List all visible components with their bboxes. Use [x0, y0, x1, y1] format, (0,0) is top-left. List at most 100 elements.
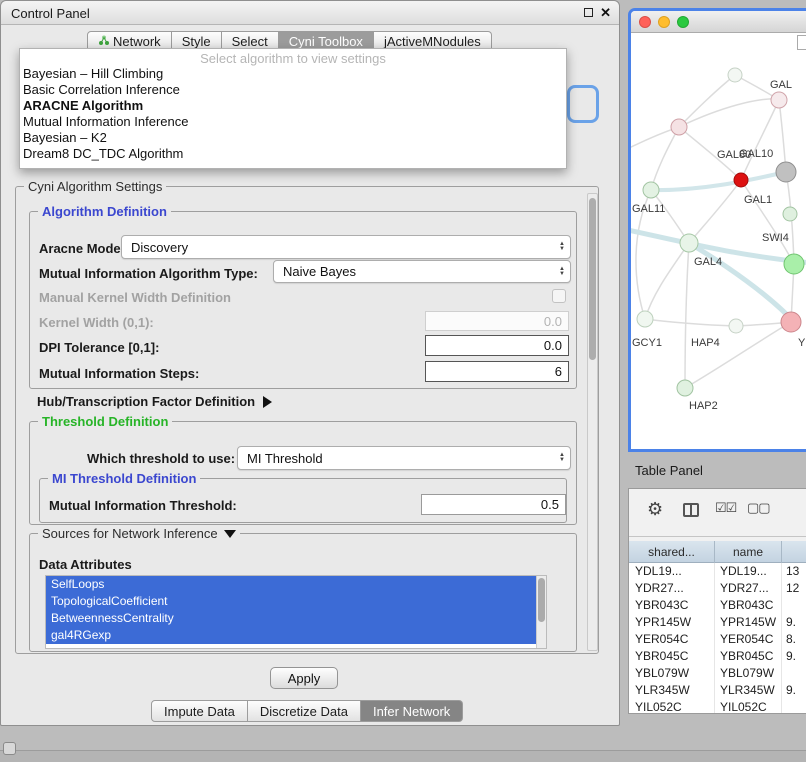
algorithm-menu-item[interactable]: Basic Correlation Inference: [20, 82, 566, 98]
mi-threshold-group-title: MI Threshold Definition: [48, 471, 200, 486]
table-cell: YBL079W: [629, 665, 715, 682]
collapsed-panel-icon[interactable]: [3, 742, 16, 755]
network-edge[interactable]: [779, 100, 786, 172]
attributes-list-scrollbar-thumb[interactable]: [538, 578, 545, 622]
network-node[interactable]: [729, 319, 743, 333]
settings-scrollbar[interactable]: [587, 193, 598, 651]
network-node[interactable]: [734, 173, 748, 187]
network-node[interactable]: [781, 312, 801, 332]
sources-group-title-row[interactable]: Sources for Network Inference: [38, 526, 240, 541]
table-row[interactable]: YPR145WYPR145W9.: [629, 614, 806, 631]
column-header-name[interactable]: name: [715, 541, 782, 563]
data-attributes-label: Data Attributes: [39, 557, 132, 572]
table-cell: 9.: [782, 682, 806, 699]
column-header-shared-name[interactable]: shared...: [629, 541, 715, 563]
aracne-mode-select[interactable]: Discovery ▲▼: [121, 235, 571, 259]
tab-discretize-data[interactable]: Discretize Data: [248, 700, 361, 722]
attribute-list-item[interactable]: SelfLoops: [46, 576, 536, 593]
mi-steps-input[interactable]: 6: [425, 361, 569, 382]
table-row[interactable]: YIL052CYIL052C: [629, 699, 806, 713]
attribute-list-item[interactable]: gal4RGexp: [46, 627, 536, 644]
expanded-arrow-icon: [224, 530, 236, 538]
manual-kernel-checkbox[interactable]: [552, 289, 566, 303]
columns-icon[interactable]: [683, 503, 699, 517]
table-row[interactable]: YDL19...YDL19...13: [629, 563, 806, 580]
settings-scrollbar-thumb[interactable]: [589, 198, 596, 360]
minimize-traffic-light[interactable]: [658, 16, 670, 28]
table-row[interactable]: YLR345WYLR345W9.: [629, 682, 806, 699]
zoom-traffic-light[interactable]: [677, 16, 689, 28]
manual-kernel-label: Manual Kernel Width Definition: [39, 290, 231, 305]
network-window-titlebar[interactable]: [631, 11, 806, 33]
tab-infer-network[interactable]: Infer Network: [361, 700, 463, 722]
network-node[interactable]: [784, 254, 804, 274]
network-node[interactable]: [783, 207, 797, 221]
data-attributes-list[interactable]: SelfLoopsTopologicalCoefficientBetweenne…: [45, 575, 547, 649]
network-node[interactable]: [728, 68, 742, 82]
network-edge[interactable]: [741, 180, 794, 264]
apply-button[interactable]: Apply: [270, 667, 338, 689]
network-edge[interactable]: [645, 319, 736, 326]
network-node[interactable]: [643, 182, 659, 198]
network-edge[interactable]: [741, 100, 779, 180]
hub-section-label: Hub/Transcription Factor Definition: [37, 394, 255, 409]
kernel-width-input[interactable]: 0.0: [425, 311, 569, 331]
table-row[interactable]: YBL079WYBL079W: [629, 665, 806, 682]
network-edge[interactable]: [645, 243, 689, 319]
network-edge[interactable]: [651, 172, 786, 190]
close-traffic-light[interactable]: [639, 16, 651, 28]
network-edge[interactable]: [685, 243, 689, 388]
attribute-list-item[interactable]: BetweennessCentrality: [46, 610, 536, 627]
table-row[interactable]: YBR043CYBR043C: [629, 597, 806, 614]
dpi-tolerance-input[interactable]: 0.0: [425, 335, 569, 356]
mi-threshold-input[interactable]: 0.5: [421, 494, 566, 515]
network-node[interactable]: [671, 119, 687, 135]
tab-label: Network: [113, 34, 161, 49]
table-cell: YER054C: [715, 631, 782, 648]
hub-section-toggle[interactable]: Hub/Transcription Factor Definition: [37, 394, 272, 409]
attribute-list-item[interactable]: TopologicalCoefficient: [46, 593, 536, 610]
help-button-focus-ring[interactable]: [567, 85, 599, 123]
algorithm-menu-item[interactable]: ARACNE Algorithm: [20, 98, 566, 114]
network-node[interactable]: [771, 92, 787, 108]
collapsed-arrow-icon: [263, 396, 272, 408]
deselect-all-icon[interactable]: ▢▢: [747, 500, 770, 516]
table-row[interactable]: YER054CYER054C8.: [629, 631, 806, 648]
kernel-width-value: 0.0: [544, 314, 562, 329]
algorithm-menu-item[interactable]: Dream8 DC_TDC Algorithm: [20, 146, 566, 162]
tab-label: Cyni Toolbox: [289, 34, 363, 49]
table-cell: YBL079W: [715, 665, 782, 682]
table-cell: YDR27...: [715, 580, 782, 597]
network-canvas[interactable]: GALGAL80GAL10GAL1GAL11SWI4GAL4GCY1HAP4YH…: [631, 33, 806, 449]
network-node[interactable]: [637, 311, 653, 327]
algorithm-menu-items: Bayesian – Hill ClimbingBasic Correlatio…: [20, 66, 566, 162]
table-row[interactable]: YBR045CYBR045C9.: [629, 648, 806, 665]
mi-steps-label: Mutual Information Steps:: [39, 366, 199, 381]
algorithm-menu-item[interactable]: Bayesian – Hill Climbing: [20, 66, 566, 82]
gear-icon[interactable]: ⚙: [647, 499, 663, 520]
dpi-tolerance-value: 0.0: [544, 338, 562, 353]
table-cell: YBR045C: [629, 648, 715, 665]
settings-group-title: Cyni Algorithm Settings: [24, 179, 166, 194]
table-cell: YLR345W: [715, 682, 782, 699]
close-icon[interactable]: ✕: [600, 5, 611, 21]
network-scrollbar[interactable]: [797, 35, 806, 50]
control-panel-titlebar[interactable]: Control Panel ✕: [1, 1, 619, 25]
network-node[interactable]: [677, 380, 693, 396]
float-window-button[interactable]: [584, 8, 593, 17]
table-row[interactable]: YDR27...YDR27...12: [629, 580, 806, 597]
algorithm-menu-item[interactable]: Bayesian – K2: [20, 130, 566, 146]
mi-type-select[interactable]: Naive Bayes ▲▼: [273, 260, 571, 283]
which-threshold-select[interactable]: MI Threshold ▲▼: [237, 446, 571, 470]
table-cell: YLR345W: [629, 682, 715, 699]
algorithm-menu-item[interactable]: Mutual Information Inference: [20, 114, 566, 130]
attributes-list-scrollbar[interactable]: [536, 576, 546, 648]
column-header-cut[interactable]: [782, 541, 806, 563]
select-all-icon[interactable]: ☑☑: [715, 500, 736, 516]
network-node-label: HAP4: [691, 337, 720, 349]
network-edge[interactable]: [679, 75, 735, 127]
algorithm-definition-title: Algorithm Definition: [38, 204, 171, 219]
network-node[interactable]: [776, 162, 796, 182]
tab-impute-data[interactable]: Impute Data: [151, 700, 248, 722]
network-node[interactable]: [680, 234, 698, 252]
